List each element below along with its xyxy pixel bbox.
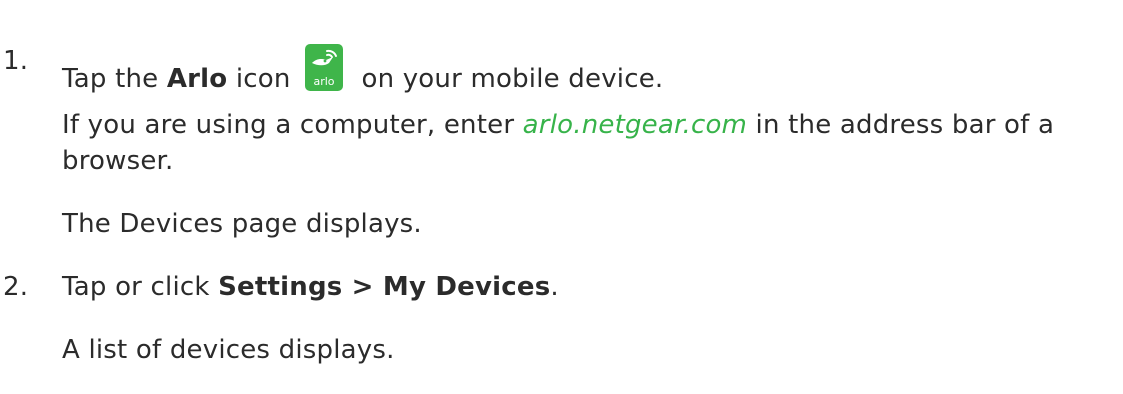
step-1-result: The Devices page displays. xyxy=(62,209,422,239)
step-2-result: A list of devices displays. xyxy=(62,335,395,365)
step-instruction: Tap the Arlo icon arlo on your mobile de… xyxy=(62,44,663,96)
bird-wifi-icon xyxy=(312,49,337,66)
menu-path: Settings > My Devices xyxy=(218,272,551,302)
step-1-note-continuation: browser. xyxy=(62,146,174,176)
app-name: Arlo xyxy=(166,64,228,94)
step-number: 1. xyxy=(3,46,29,76)
arlo-app-icon: arlo xyxy=(305,44,343,91)
step-1-note: If you are using a computer, enter arlo.… xyxy=(62,110,1055,140)
step-number: 2. xyxy=(3,272,29,302)
step-instruction: Tap or click Settings > My Devices. xyxy=(62,272,559,302)
web-address-link[interactable]: arlo.netgear.com xyxy=(523,110,747,140)
